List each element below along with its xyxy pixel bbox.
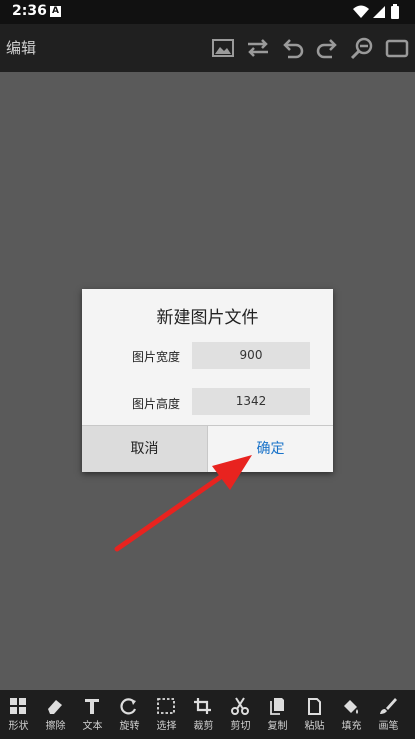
bottom-toolbar: 形状 擦除 文本 旋转 选择 裁剪 剪切 复制 粘贴 填充 画笔 <box>0 690 415 739</box>
tool-label: 文本 <box>82 721 103 732</box>
tool-label: 选择 <box>156 721 177 732</box>
width-input[interactable]: 900 <box>192 342 310 369</box>
tool-label: 复制 <box>267 721 288 732</box>
status-bar: 2:36 A <box>0 0 415 24</box>
text-icon <box>85 699 99 714</box>
paste-icon <box>308 698 321 715</box>
tool-eraser[interactable]: 擦除 <box>37 690 74 739</box>
tool-fill[interactable]: 填充 <box>333 690 370 739</box>
toolbar-title: 编辑 <box>6 39 37 57</box>
swap-icon[interactable] <box>245 35 271 61</box>
signal-icon <box>373 6 385 18</box>
a-app-icon: A <box>50 6 61 17</box>
crop-icon <box>194 698 211 714</box>
battery-icon <box>391 6 399 19</box>
copy-icon <box>270 698 284 715</box>
tool-label: 粘贴 <box>304 721 325 732</box>
tool-label: 擦除 <box>45 721 66 732</box>
tool-paste[interactable]: 粘贴 <box>296 690 333 739</box>
height-label: 图片高度 <box>132 397 181 411</box>
tool-label: 画笔 <box>378 721 399 732</box>
eraser-icon <box>48 700 62 714</box>
wifi-icon <box>353 5 369 18</box>
tool-brush[interactable]: 画笔 <box>370 690 407 739</box>
status-time: 2:36 <box>12 3 47 19</box>
tool-select[interactable]: 选择 <box>148 690 185 739</box>
zoom-out-icon[interactable] <box>349 35 375 61</box>
dialog-title: 新建图片文件 <box>156 308 259 328</box>
select-icon <box>157 698 175 714</box>
status-icons <box>353 4 399 19</box>
image-icon[interactable] <box>210 35 236 61</box>
tool-cut[interactable]: 剪切 <box>222 690 259 739</box>
confirm-button[interactable]: 确定 <box>207 425 333 472</box>
tool-rotate[interactable]: 旋转 <box>111 690 148 739</box>
new-image-dialog: 新建图片文件 图片宽度 900 图片高度 1342 取消 确定 <box>82 289 333 472</box>
cut-icon <box>231 697 249 715</box>
tool-crop[interactable]: 裁剪 <box>185 690 222 739</box>
fill-icon <box>344 700 358 714</box>
shapes-icon <box>10 698 26 714</box>
tool-label: 填充 <box>341 721 362 732</box>
fullscreen-icon[interactable] <box>384 35 410 61</box>
redo-icon[interactable] <box>314 35 340 61</box>
cancel-button[interactable]: 取消 <box>82 425 207 472</box>
tool-copy[interactable]: 复制 <box>259 690 296 739</box>
brush-icon <box>380 698 397 714</box>
rotate-icon <box>120 698 137 715</box>
tool-label: 剪切 <box>230 721 251 732</box>
height-input[interactable]: 1342 <box>192 388 310 415</box>
tool-label: 裁剪 <box>193 721 214 732</box>
width-label: 图片宽度 <box>132 350 181 364</box>
tool-shapes[interactable]: 形状 <box>0 690 37 739</box>
tool-text[interactable]: 文本 <box>74 690 111 739</box>
undo-icon[interactable] <box>280 35 306 61</box>
top-toolbar: 编辑 <box>0 24 415 72</box>
tool-label: 旋转 <box>119 721 140 732</box>
tool-label: 形状 <box>8 721 29 732</box>
